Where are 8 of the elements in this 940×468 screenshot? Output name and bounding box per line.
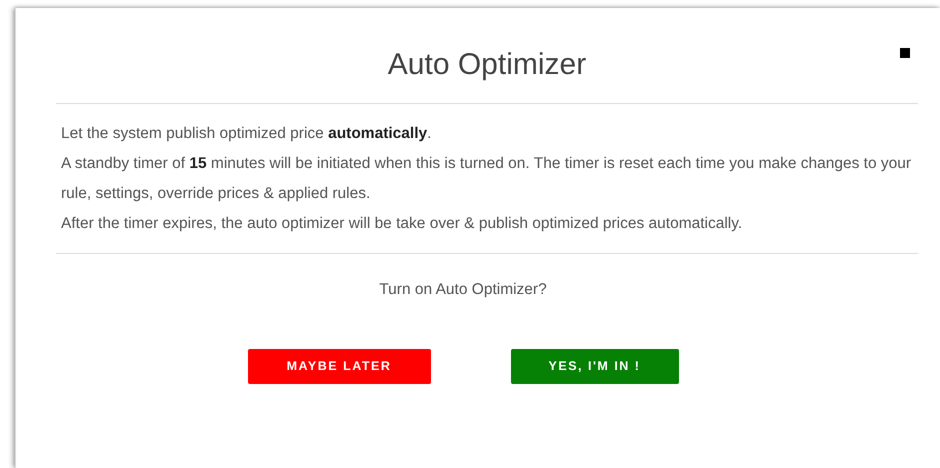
decline-button[interactable]: MAYBE LATER (248, 349, 430, 384)
dialog-title: Auto Optimizer (388, 46, 586, 82)
accept-button[interactable]: YES, I'M IN ! (510, 349, 678, 384)
body-paragraph: Let the system publish optimized price automatically. (61, 124, 432, 144)
body-paragraph: A standby timer of 15 minutes will be initiated when this is turned on. The timer is reset each time you make changes to your rule, settings, override prices & applied rules. (61, 154, 912, 204)
question-text: Turn on Auto Optimizer? (378, 280, 548, 300)
square-icon[interactable] (900, 48, 910, 58)
body-paragraph: After the timer expires, the auto optimizer will be take over & publish optimized prices automatically. (61, 214, 744, 234)
